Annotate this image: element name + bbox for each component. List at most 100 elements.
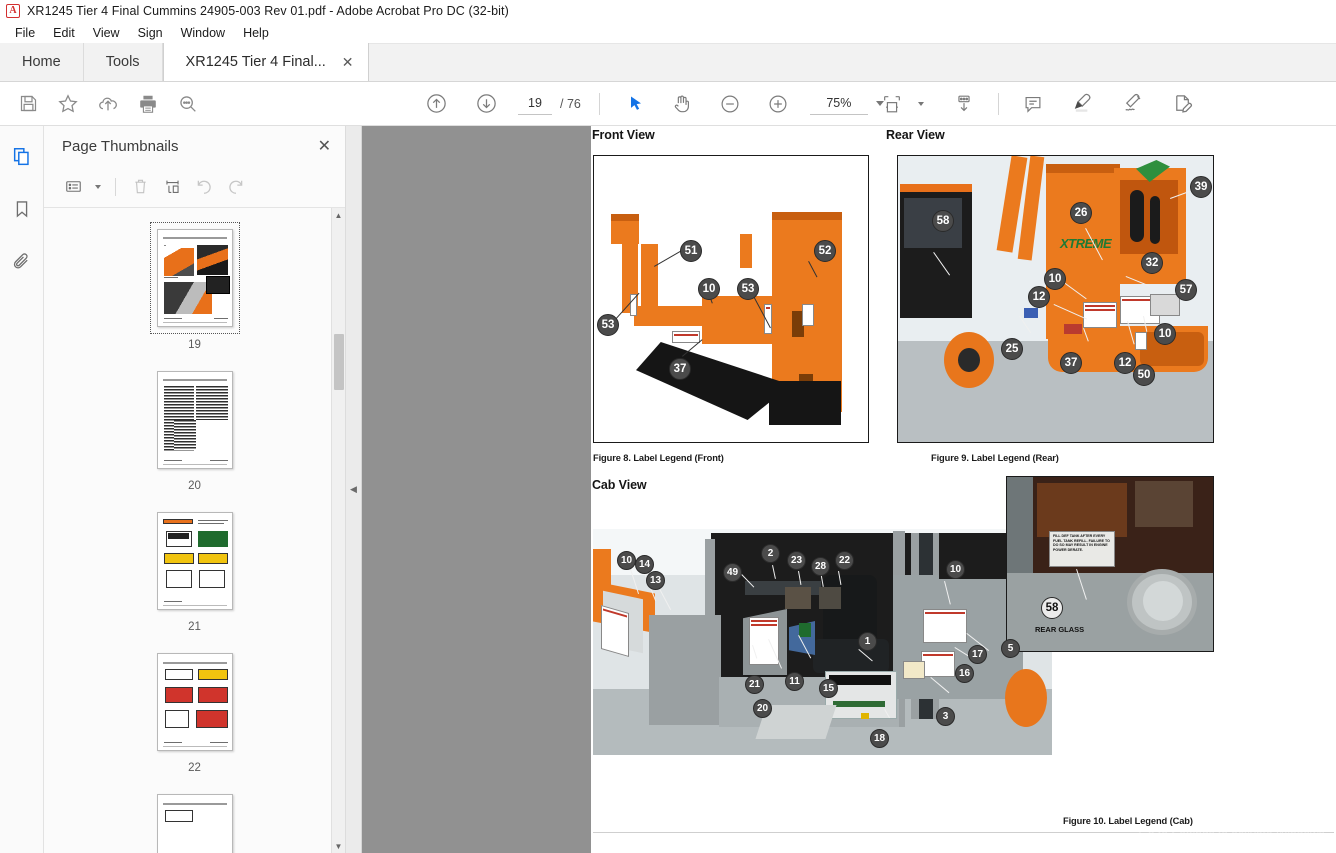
thumbnail-frame[interactable] <box>151 506 239 616</box>
zoom-level-input[interactable] <box>809 92 868 115</box>
callout-53-left: 53 <box>597 314 619 336</box>
page-number-input[interactable] <box>518 92 552 115</box>
callout-21: 21 <box>745 675 764 694</box>
cab-view-image: 10 14 13 49 2 23 28 22 10 1 17 5 16 21 1… <box>593 529 1052 755</box>
bookmarks-icon[interactable] <box>7 194 37 224</box>
tab-tools[interactable]: Tools <box>83 43 163 81</box>
panel-title: Page Thumbnails <box>62 137 179 155</box>
fit-dropdown-icon[interactable] <box>912 87 930 121</box>
rotate-ccw-icon[interactable] <box>189 173 219 201</box>
scroll-up-icon[interactable]: ▲ <box>332 208 345 222</box>
thumbnail-item[interactable]: 20 <box>44 365 345 492</box>
page-total-label: / 76 <box>560 96 581 111</box>
star-icon[interactable] <box>48 87 88 121</box>
page-up-icon[interactable] <box>416 87 456 121</box>
callout-10: 10 <box>698 278 720 300</box>
zoom-out-icon[interactable] <box>710 87 750 121</box>
rear-glass-inset-image: FILL DEF TANK AFTER EVERY FUEL TANK REFI… <box>1006 476 1214 652</box>
search-icon[interactable] <box>168 87 208 121</box>
zoom-in-icon[interactable] <box>758 87 798 121</box>
page-thumbnails-icon[interactable] <box>7 142 37 172</box>
thumbnail-frame[interactable] <box>151 365 239 475</box>
callout-1: 1 <box>858 632 877 651</box>
workspace: Page Thumbnails ✕ 19 20 21 22 ▲ ▼ ◀ Fron… <box>0 126 1336 853</box>
panel-toolbar <box>44 166 345 208</box>
callout-10-upper: 10 <box>1044 268 1066 290</box>
menu-item-sign[interactable]: Sign <box>129 24 172 42</box>
tab-home[interactable]: Home <box>0 43 84 81</box>
thumbnail-frame-selected[interactable] <box>149 222 240 334</box>
tab-document[interactable]: XR1245 Tier 4 Final... ✕ <box>162 43 369 81</box>
front-view-heading: Front View <box>592 128 655 142</box>
thumbnail-frame[interactable] <box>151 788 239 853</box>
document-viewport[interactable]: Front View Rear View 51 52 53 10 53 37 F… <box>362 126 1336 853</box>
scrollbar-thumb[interactable] <box>334 334 344 390</box>
save-icon[interactable] <box>8 87 48 121</box>
main-toolbar: / 76 <box>0 82 1336 126</box>
thumbnails-scrollbar[interactable]: ▲ ▼ <box>331 208 345 853</box>
callout-58: 58 <box>932 210 954 232</box>
scroll-mode-icon[interactable] <box>944 87 984 121</box>
figure-10-caption: Figure 10. Label Legend (Cab) <box>1063 816 1193 826</box>
thumbnail-item[interactable]: 19 <box>44 222 345 351</box>
menu-item-help[interactable]: Help <box>234 24 278 42</box>
thumbnail-page-19 <box>156 229 233 327</box>
callout-13: 13 <box>646 571 665 590</box>
figure-9-caption: Figure 9. Label Legend (Rear) <box>931 453 1059 463</box>
pdf-page-19: Front View Rear View 51 52 53 10 53 37 F… <box>591 126 1336 853</box>
thumbnail-item[interactable]: 22 <box>44 647 345 774</box>
page-down-icon[interactable] <box>466 87 506 121</box>
callout-39: 39 <box>1190 176 1212 198</box>
tab-tools-label: Tools <box>105 54 140 70</box>
close-icon[interactable]: ✕ <box>318 136 331 156</box>
callout-2: 2 <box>761 544 780 563</box>
hand-tool-icon[interactable] <box>662 87 702 121</box>
collapse-panel-handle[interactable]: ◀ <box>346 126 362 853</box>
callout-17: 17 <box>968 645 987 664</box>
thumbnail-number: 22 <box>188 762 201 774</box>
delete-icon[interactable] <box>125 173 155 201</box>
acrobat-icon: A <box>6 4 20 18</box>
callout-10-right: 10 <box>946 560 965 579</box>
thumbnail-page-21 <box>156 512 233 610</box>
close-icon[interactable]: ✕ <box>340 54 356 71</box>
menu-item-view[interactable]: View <box>84 24 129 42</box>
thumbnail-page-23 <box>156 794 233 853</box>
callout-16: 16 <box>955 664 974 683</box>
callout-28: 28 <box>811 557 830 576</box>
thumbnail-item[interactable] <box>44 788 345 853</box>
scroll-down-icon[interactable]: ▼ <box>332 839 345 853</box>
fit-page-icon[interactable] <box>872 87 912 121</box>
menu-item-file[interactable]: File <box>6 24 44 42</box>
page-footer-rule <box>593 832 1334 833</box>
callout-5: 5 <box>1001 639 1020 658</box>
tab-home-label: Home <box>22 54 61 70</box>
attachments-icon[interactable] <box>7 246 37 276</box>
callout-37: 37 <box>669 358 691 380</box>
select-tool-icon[interactable] <box>616 87 656 121</box>
upload-cloud-icon[interactable] <box>88 87 128 121</box>
navigation-rail <box>0 126 44 853</box>
extract-pages-icon[interactable] <box>157 173 187 201</box>
fill-and-sign-icon[interactable] <box>1163 87 1203 121</box>
rear-view-image: XTREME 58 26 39 10 12 32 57 25 37 12 50 … <box>897 155 1214 443</box>
options-menu-icon[interactable] <box>58 173 88 201</box>
callout-23: 23 <box>787 551 806 570</box>
options-dropdown-icon[interactable] <box>90 173 106 201</box>
callout-50: 50 <box>1133 364 1155 386</box>
menu-item-window[interactable]: Window <box>172 24 234 42</box>
callout-53-right: 53 <box>737 278 759 300</box>
callout-57: 57 <box>1175 279 1197 301</box>
callout-11: 11 <box>785 672 804 691</box>
callout-10-lower: 10 <box>1154 323 1176 345</box>
menu-item-edit[interactable]: Edit <box>44 24 84 42</box>
sign-icon[interactable] <box>1113 87 1153 121</box>
comment-icon[interactable] <box>1013 87 1053 121</box>
thumbnail-item[interactable]: 21 <box>44 506 345 633</box>
highlight-icon[interactable] <box>1063 87 1103 121</box>
thumbnail-frame[interactable] <box>151 647 239 757</box>
figure-8-caption: Figure 8. Label Legend (Front) <box>593 453 724 463</box>
thumbnails-list[interactable]: 19 20 21 22 <box>44 208 345 853</box>
print-icon[interactable] <box>128 87 168 121</box>
rotate-cw-icon[interactable] <box>221 173 251 201</box>
